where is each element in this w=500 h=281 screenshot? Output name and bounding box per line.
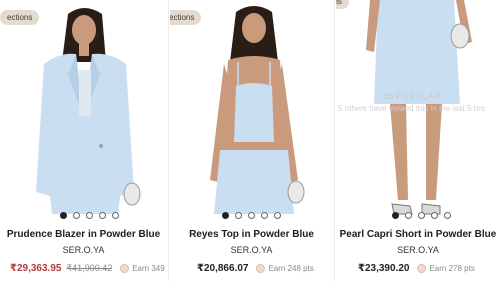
product-image[interactable]: ections xyxy=(170,0,333,226)
price-row: ₹29,363.95 ₹41,900.42 Earn 349 | xyxy=(10,261,167,275)
carousel-dot[interactable] xyxy=(418,212,425,219)
coin-icon xyxy=(256,263,266,273)
original-price: ₹41,900.42 xyxy=(66,262,113,273)
price: ₹23,390.20 xyxy=(358,262,410,274)
product-card-prudence-blazer[interactable]: ections Prudence Blazer in Powder Blue S… xyxy=(0,0,167,281)
sale-price: ₹29,363.95 xyxy=(10,262,62,274)
product-title[interactable]: Reyes Top in Powder Blue xyxy=(170,229,333,240)
carousel-dot[interactable] xyxy=(73,212,80,219)
product-image[interactable]: ections xyxy=(0,0,167,226)
eye-icon xyxy=(384,94,393,99)
popular-label: POPULAR! xyxy=(396,92,445,101)
card-divider xyxy=(334,0,335,281)
image-carousel-dots[interactable] xyxy=(392,212,451,219)
product-brand: SER.O.YA xyxy=(62,245,105,255)
earn-points: Earn 349 | xyxy=(120,263,167,273)
price-row: ₹20,866.07 Earn 248 pts xyxy=(197,261,314,275)
recent-views-text: 5 others have viewed this in the last 5 … xyxy=(338,104,485,113)
carousel-dot[interactable] xyxy=(392,212,399,219)
image-carousel-dots[interactable] xyxy=(60,212,119,219)
product-brand: SER.O.YA xyxy=(230,245,273,255)
collections-pill[interactable]: ections xyxy=(170,10,202,25)
earn-points-label: Earn 278 pts xyxy=(429,263,475,273)
carousel-dot[interactable] xyxy=(431,212,438,219)
carousel-dot[interactable] xyxy=(274,212,281,219)
earn-points-label: Earn 248 pts xyxy=(268,263,314,273)
product-card-reyes-top[interactable]: ections Reyes Top in Powder Blue SER.O.Y… xyxy=(170,0,333,281)
price-row: ₹23,390.20 Earn 278 pts xyxy=(358,261,475,275)
carousel-dot[interactable] xyxy=(405,212,412,219)
carousel-dot[interactable] xyxy=(60,212,67,219)
product-card-pearl-capri-short[interactable]: ons Pearl Capri Short in Powder Blue SER… xyxy=(336,0,500,281)
product-image[interactable]: ons xyxy=(336,0,500,226)
carousel-dot[interactable] xyxy=(112,212,119,219)
earn-points: Earn 278 pts xyxy=(417,263,475,273)
earn-points: Earn 248 pts xyxy=(256,263,314,273)
carousel-dot[interactable] xyxy=(444,212,451,219)
product-title[interactable]: Prudence Blazer in Powder Blue xyxy=(0,229,167,240)
carousel-dot[interactable] xyxy=(99,212,106,219)
earn-points-label: Earn 349 | xyxy=(132,263,167,273)
carousel-dot[interactable] xyxy=(86,212,93,219)
carousel-dot[interactable] xyxy=(235,212,242,219)
product-title[interactable]: Pearl Capri Short in Powder Blue xyxy=(336,229,500,240)
carousel-dot[interactable] xyxy=(248,212,255,219)
coin-icon xyxy=(120,263,130,273)
coin-icon xyxy=(417,263,427,273)
carousel-dot[interactable] xyxy=(261,212,268,219)
collections-pill[interactable]: ections xyxy=(0,10,40,25)
popular-badge: POPULAR! xyxy=(384,92,444,101)
carousel-dot[interactable] xyxy=(222,212,229,219)
product-brand: SER.O.YA xyxy=(397,245,439,255)
image-carousel-dots[interactable] xyxy=(222,212,281,219)
card-divider xyxy=(168,0,169,281)
price: ₹20,866.07 xyxy=(197,262,249,274)
